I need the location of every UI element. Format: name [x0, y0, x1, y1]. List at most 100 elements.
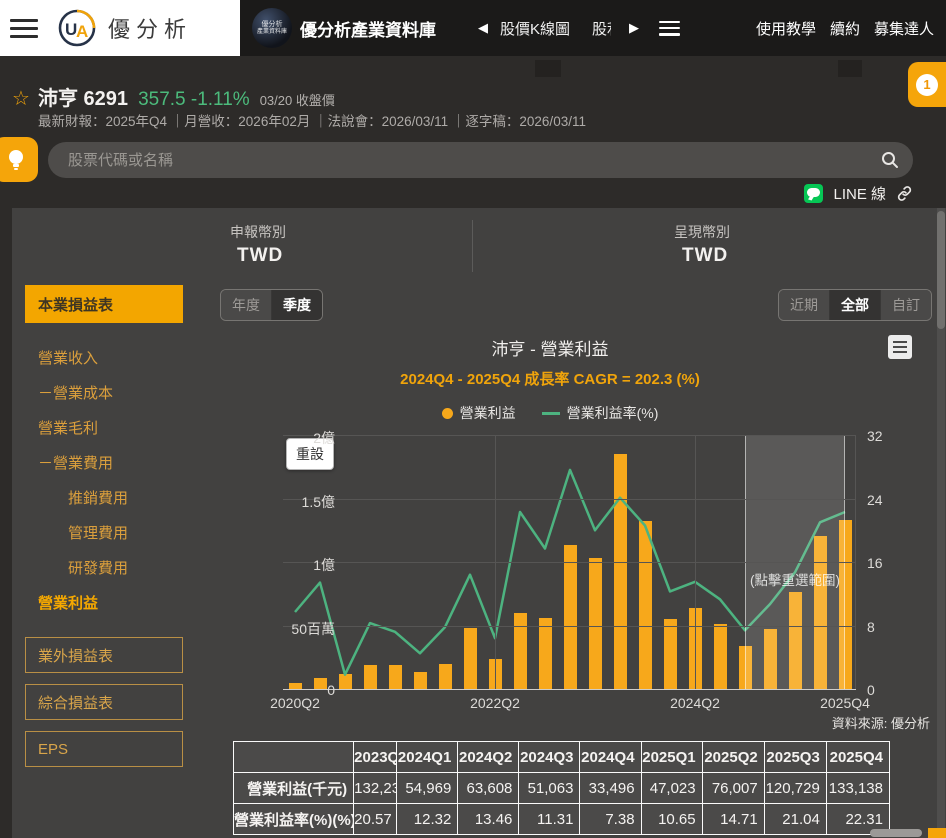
y-right-tick: 24	[867, 492, 883, 508]
notification-tab[interactable]: 1	[908, 62, 946, 107]
table-cell: 132,239	[354, 773, 397, 804]
search-input[interactable]	[66, 151, 881, 170]
selection-band-label: (點擊重選範圍)	[746, 569, 844, 589]
search-icon[interactable]	[881, 151, 899, 169]
stock-meta-line: 最新財報：2025年Q4 ｜月營收：2026年02月 ｜法說會：2026/03/…	[38, 110, 586, 130]
ua-logo-icon: U A	[56, 7, 98, 49]
table-header-cell: 2024Q2	[458, 742, 519, 773]
table-cell: 51,063	[519, 773, 580, 804]
sidebar-item-營業收入[interactable]: 營業收入	[25, 340, 183, 375]
gridline	[283, 499, 856, 500]
report-currency-value: TWD	[237, 245, 283, 267]
y-left-tick: 1億	[313, 555, 335, 575]
nav-tab-dividend[interactable]: 股利政策	[592, 18, 611, 39]
table-row-label: 營業利益(千元)	[234, 773, 354, 804]
sidebar-item-營業毛利[interactable]: 營業毛利	[25, 410, 183, 445]
table-cell: 14.71	[702, 804, 764, 835]
gridline	[495, 435, 496, 689]
main-content: 申報幣別 TWD 呈現幣別 TWD 本業損益表營業收入－營業成本營業毛利－營業費…	[12, 208, 946, 838]
table-header-row: 2023Q42024Q12024Q22024Q32024Q42025Q12025…	[234, 742, 890, 773]
table-header-cell: 2024Q1	[397, 742, 458, 773]
data-table-wrap: 2023Q42024Q12024Q22024Q32024Q42025Q12025…	[233, 741, 890, 835]
sidebar-item-EPS[interactable]: EPS	[25, 731, 183, 767]
vertical-scrollbar-thumb[interactable]	[937, 211, 945, 329]
table-header-cell: 2025Q4	[826, 742, 889, 773]
vertical-scrollbar	[937, 208, 945, 838]
range-option-自訂[interactable]: 自訂	[880, 290, 931, 320]
quarterly-data-table: 2023Q42024Q12024Q22024Q32024Q42025Q12025…	[233, 741, 890, 835]
sidebar-item-業外損益表[interactable]: 業外損益表	[25, 637, 183, 673]
lightbulb-icon[interactable]	[0, 137, 38, 182]
table-cell: 13.46	[458, 804, 519, 835]
brand-name: 優分析	[108, 12, 192, 44]
header-brand-area: U A 優分析	[0, 0, 240, 56]
nav-link-tutorial[interactable]: 使用教學	[756, 18, 816, 39]
sidebar-item-推銷費用[interactable]: 推銷費用	[25, 480, 183, 515]
top-header: U A 優分析 優分析 產業資料庫 優分析產業資料庫 ◀ 股價K線圖 股利政策 …	[0, 0, 946, 56]
favorite-star-icon[interactable]: ☆	[12, 86, 30, 111]
menu-icon[interactable]	[10, 19, 38, 38]
table-header-cell: 2025Q3	[764, 742, 826, 773]
corner-accent	[928, 828, 946, 838]
chart-menu-icon[interactable]	[888, 335, 912, 359]
nav-tab-strip: ◀ 股價K線圖 股利政策 ▶	[474, 18, 680, 39]
table-cell: 21.04	[764, 804, 826, 835]
y-right-tick: 32	[867, 428, 883, 444]
table-header-cell: 2024Q4	[580, 742, 641, 773]
table-header-cell: 2024Q3	[519, 742, 580, 773]
nav-scroll-right-icon[interactable]: ▶	[625, 18, 643, 38]
legend-operating-profit[interactable]: 營業利益	[442, 403, 516, 423]
sidebar-item-本業損益表[interactable]: 本業損益表	[25, 285, 183, 323]
sidebar-item-管理費用[interactable]: 管理費用	[25, 515, 183, 550]
table-cell: 11.31	[519, 804, 580, 835]
table-header-cell: 2023Q4	[354, 742, 397, 773]
y-left-tick: 1.5億	[302, 492, 335, 512]
display-currency-label: 呈現幣別	[674, 222, 730, 242]
chart-subtitle: 2024Q4 - 2025Q4 成長率 CAGR = 202.3 (%)	[220, 368, 880, 389]
x-tick: 2022Q2	[470, 695, 520, 711]
table-cell: 12.32	[397, 804, 458, 835]
table-row: 營業利益率(%)(%)20.5712.3213.4611.317.3810.65…	[234, 804, 890, 835]
nav-link-recruit[interactable]: 募集達人	[874, 18, 934, 39]
sidebar-item-營業利益[interactable]: 營業利益	[25, 585, 183, 620]
gridline	[283, 562, 856, 563]
period-toggle: 年度季度	[220, 289, 323, 321]
sidebar-item-－營業成本[interactable]: －營業成本	[25, 375, 183, 410]
link-icon[interactable]	[896, 185, 913, 202]
table-header-cell: 2025Q2	[702, 742, 764, 773]
horizontal-scrollbar-thumb[interactable]	[870, 829, 922, 837]
sidebar-item-研發費用[interactable]: 研發費用	[25, 550, 183, 585]
gridline	[695, 435, 696, 689]
report-currency-label: 申報幣別	[230, 222, 286, 242]
line-app-icon[interactable]	[804, 184, 823, 203]
table-cell: 7.38	[580, 804, 641, 835]
nav-dropdown-stub	[838, 60, 862, 77]
stock-price-change: 357.5 -1.11%	[138, 89, 250, 111]
chart-plot-area: (點擊重選範圍) 重設 2億321.5億241億1650百萬8002020Q22…	[283, 435, 856, 689]
y-left-tick: 50百萬	[291, 619, 335, 639]
sidebar-item-－營業費用[interactable]: －營業費用	[25, 445, 183, 480]
period-option-季度[interactable]: 季度	[271, 290, 322, 320]
range-option-近期[interactable]: 近期	[779, 290, 829, 320]
period-option-年度[interactable]: 年度	[221, 290, 271, 320]
line-series-icon	[542, 412, 560, 415]
svg-text:A: A	[76, 22, 88, 41]
chart-legend: 營業利益 營業利益率(%)	[220, 403, 880, 423]
currency-divider	[472, 220, 473, 272]
header-nav: 優分析 產業資料庫 優分析產業資料庫 ◀ 股價K線圖 股利政策 ▶ 使用教學 續…	[240, 0, 946, 56]
nav-link-renew[interactable]: 續約	[830, 18, 860, 39]
sidebar-menu: 本業損益表營業收入－營業成本營業毛利－營業費用推銷費用管理費用研發費用營業利益業…	[25, 285, 183, 767]
legend-margin[interactable]: 營業利益率(%)	[542, 403, 659, 423]
table-cell: 20.57	[354, 804, 397, 835]
stock-price-note: 03/20 收盤價	[260, 90, 335, 109]
sidebar-item-綜合損益表[interactable]: 綜合損益表	[25, 684, 183, 720]
brand-logo[interactable]: U A 優分析	[56, 7, 192, 49]
y-right-tick: 8	[867, 619, 875, 635]
nav-menu-icon[interactable]	[659, 21, 680, 36]
x-axis-line	[283, 689, 856, 690]
line-link-label[interactable]: LINE 線	[833, 183, 886, 204]
table-row-label: 營業利益率(%)(%)	[234, 804, 354, 835]
nav-scroll-left-icon[interactable]: ◀	[474, 18, 492, 38]
range-option-全部[interactable]: 全部	[829, 290, 880, 320]
nav-tab-kline[interactable]: 股價K線圖	[492, 18, 570, 39]
